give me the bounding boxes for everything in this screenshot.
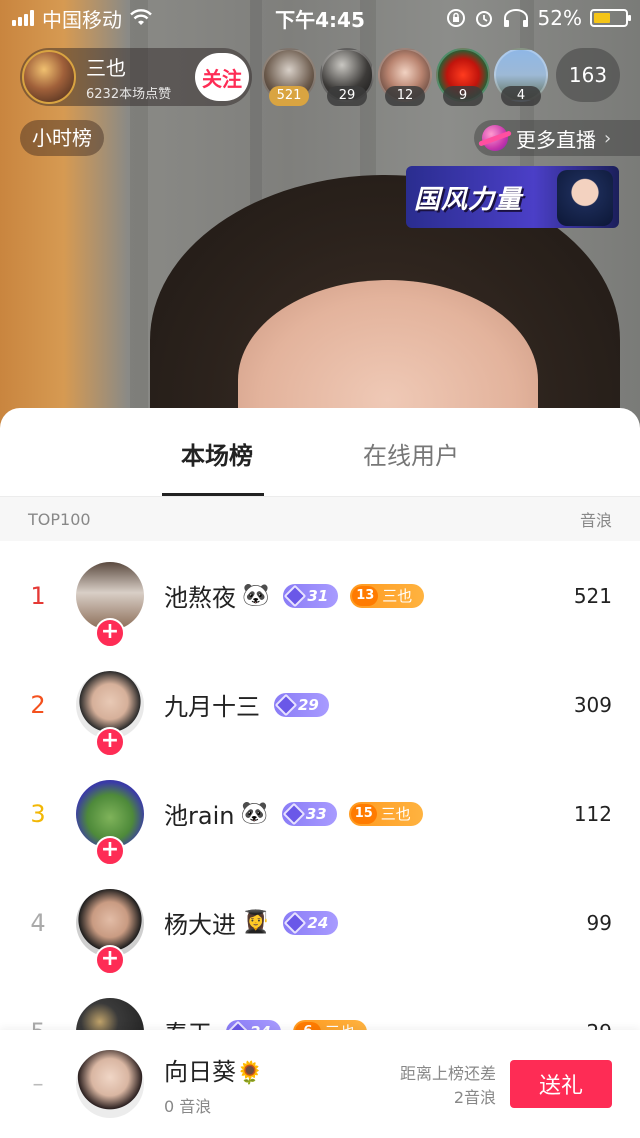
status-bar: 中国移动 下午4:45 52% [0, 0, 640, 36]
follow-plus-button[interactable]: + [95, 726, 125, 757]
list-header-score-label: 音浪 [579, 511, 612, 530]
tab-current-rank[interactable]: 本场榜 [181, 436, 253, 471]
viewer-avatar[interactable]: 29 [320, 48, 374, 106]
rank-number: 4 [30, 908, 46, 937]
ranking-row[interactable]: 4 + 杨大进 👩‍🎓 24 99 [0, 868, 640, 977]
level-gem-icon [284, 911, 307, 934]
ranking-row[interactable]: 2 + 九月十三 29 309 [0, 650, 640, 759]
host-avatar[interactable] [22, 50, 76, 104]
headphones-icon [503, 9, 528, 27]
user-name: 池熬夜 [164, 584, 236, 612]
user-score: 99 [586, 910, 612, 935]
self-name: 向日葵 [164, 1057, 236, 1086]
host-likes: 6232本场点赞 [86, 87, 172, 102]
user-name: 池rain [164, 802, 235, 830]
self-avatar[interactable] [76, 1050, 144, 1118]
ranking-list[interactable]: 1 + 池熬夜 🐼 31 13 三也 521 2 + 九月十三 29 309 3… [0, 541, 640, 1041]
banner-title: 国风力量 [414, 184, 523, 215]
user-level-badge: 31 [283, 583, 339, 608]
user-name-emoji: 🐼 [242, 583, 270, 608]
planet-icon [482, 125, 508, 151]
fan-club-badge: 15 三也 [348, 801, 423, 826]
user-name: 杨大进 [164, 911, 236, 939]
wifi-icon [130, 9, 152, 25]
user-name: 九月十三 [164, 693, 260, 721]
host-name: 三也 [86, 56, 126, 80]
user-level-badge: 24 [283, 910, 339, 935]
more-live-label: 更多直播 [516, 127, 596, 152]
viewer-score-badge: 9 [443, 86, 483, 106]
user-level-badge: 33 [281, 801, 337, 826]
viewer-score-badge: 12 [385, 86, 425, 106]
viewer-count[interactable]: 163 [556, 48, 620, 102]
user-level-badge: 29 [274, 692, 329, 717]
signal-icon [12, 10, 34, 26]
ranking-row[interactable]: 3 + 池rain 🐼 33 15 三也 112 [0, 759, 640, 868]
list-header-title: TOP100 [28, 509, 91, 529]
chevron-right-icon: › [604, 127, 612, 149]
follow-plus-button[interactable]: + [95, 617, 125, 648]
self-rank-bar: – 向日葵🌻 0 音浪 距离上榜还差 2音浪 送礼 [0, 1030, 640, 1138]
level-gem-icon [282, 802, 306, 825]
tab-online-users[interactable]: 在线用户 [363, 436, 459, 471]
rank-number: 2 [30, 690, 46, 719]
viewer-avatar[interactable]: 9 [436, 48, 490, 106]
carrier-name: 中国移动 [42, 7, 122, 32]
gap-value: 2音浪 [453, 1088, 496, 1107]
gap-to-rank: 距离上榜还差 2音浪 [400, 1062, 496, 1110]
hour-rank-button[interactable]: 小时榜 [20, 120, 104, 156]
send-gift-button[interactable]: 送礼 [510, 1060, 612, 1108]
clock: 下午4:45 [275, 7, 365, 32]
tab-indicator [162, 493, 264, 496]
rotation-lock-icon [446, 9, 465, 27]
list-header: TOP100 音浪 [0, 497, 640, 541]
self-score: 0 音浪 [164, 1096, 212, 1116]
viewer-avatar[interactable]: 521 [262, 48, 316, 106]
rank-number: 1 [30, 581, 46, 610]
user-score: 112 [573, 801, 612, 826]
fan-club-badge: 13 三也 [350, 583, 425, 608]
rank-number: 3 [30, 799, 46, 828]
self-name-emoji: 🌻 [236, 1060, 264, 1086]
tab-bar: 本场榜 在线用户 [0, 408, 640, 496]
host-info[interactable]: 三也 6232本场点赞 关注 [20, 48, 252, 106]
alarm-icon [475, 11, 492, 27]
user-score: 309 [573, 692, 612, 717]
ranking-sheet: 本场榜 在线用户 TOP100 音浪 1 + 池熬夜 🐼 31 13 三也 521… [0, 408, 640, 1138]
level-gem-icon [274, 693, 298, 716]
self-name-line: 向日葵🌻 [164, 1052, 263, 1087]
gap-label: 距离上榜还差 [399, 1064, 496, 1083]
viewer-avatar[interactable]: 12 [378, 48, 432, 106]
more-live-button[interactable]: 更多直播 › [474, 120, 640, 156]
user-score: 521 [573, 583, 612, 608]
viewer-score-badge: 29 [327, 86, 367, 106]
battery-icon [590, 9, 631, 27]
follow-plus-button[interactable]: + [95, 944, 125, 975]
banner-character-image [557, 170, 613, 226]
viewer-score-badge: 521 [269, 86, 309, 106]
follow-plus-button[interactable]: + [95, 835, 125, 866]
user-name-emoji: 👩‍🎓 [242, 910, 270, 935]
ranking-row[interactable]: 1 + 池熬夜 🐼 31 13 三也 521 [0, 541, 640, 650]
level-gem-icon [284, 584, 307, 607]
viewer-avatar[interactable]: 4 [494, 48, 548, 106]
event-banner[interactable]: 国风力量 [406, 166, 619, 228]
follow-button[interactable]: 关注 [195, 53, 249, 101]
battery-percent: 52% [537, 6, 582, 30]
self-rank: – [32, 1071, 44, 1097]
viewer-score-badge: 4 [501, 86, 541, 106]
battery-level [594, 13, 610, 23]
user-name-emoji: 🐼 [240, 801, 268, 826]
